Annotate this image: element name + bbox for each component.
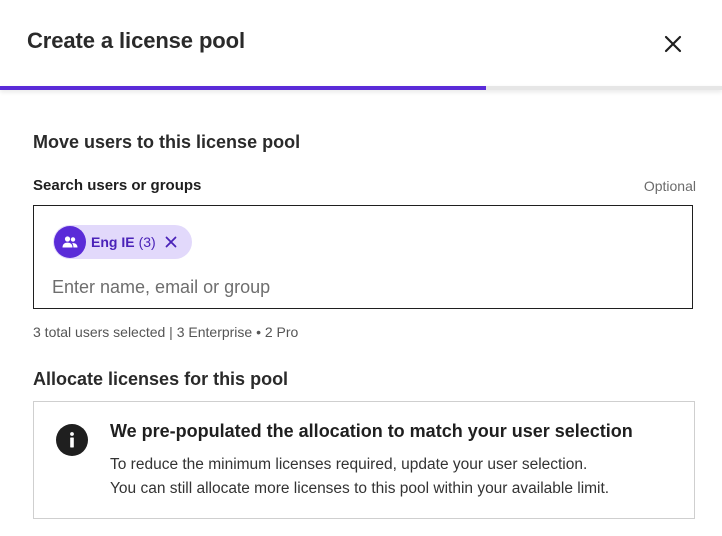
info-banner-text-line: To reduce the minimum licenses required,… [110, 456, 588, 473]
remove-icon [165, 236, 177, 248]
move-users-heading: Move users to this license pool [33, 132, 301, 152]
search-input[interactable] [52, 274, 652, 300]
search-users-label: Search users or groups [33, 177, 202, 194]
progress-bar [0, 86, 722, 90]
allocate-licenses-heading: Allocate licenses for this pool [33, 369, 289, 389]
selected-group-chip[interactable]: Eng IE (3) [53, 225, 192, 259]
close-button[interactable] [659, 30, 687, 58]
close-icon [664, 35, 682, 53]
selection-summary: 3 total users selected | 3 Enterprise • … [33, 324, 299, 340]
chip-member-count: (3) [138, 234, 156, 250]
info-banner-text-line: You can still allocate more licenses to … [110, 480, 610, 497]
optional-label: Optional [643, 178, 696, 194]
info-banner-title: We pre-populated the allocation to match… [110, 421, 633, 441]
info-icon [56, 424, 88, 456]
allocation-info-banner: We pre-populated the allocation to match… [33, 401, 695, 519]
group-icon [54, 226, 86, 258]
user-search-field[interactable]: Eng IE (3) [33, 205, 693, 309]
progress-bar-fill [0, 86, 486, 90]
chip-group-name: Eng IE [91, 234, 135, 250]
dialog-title: Create a license pool [27, 28, 245, 53]
dialog-header: Create a license pool [0, 0, 722, 90]
chip-remove-button[interactable] [164, 235, 178, 249]
